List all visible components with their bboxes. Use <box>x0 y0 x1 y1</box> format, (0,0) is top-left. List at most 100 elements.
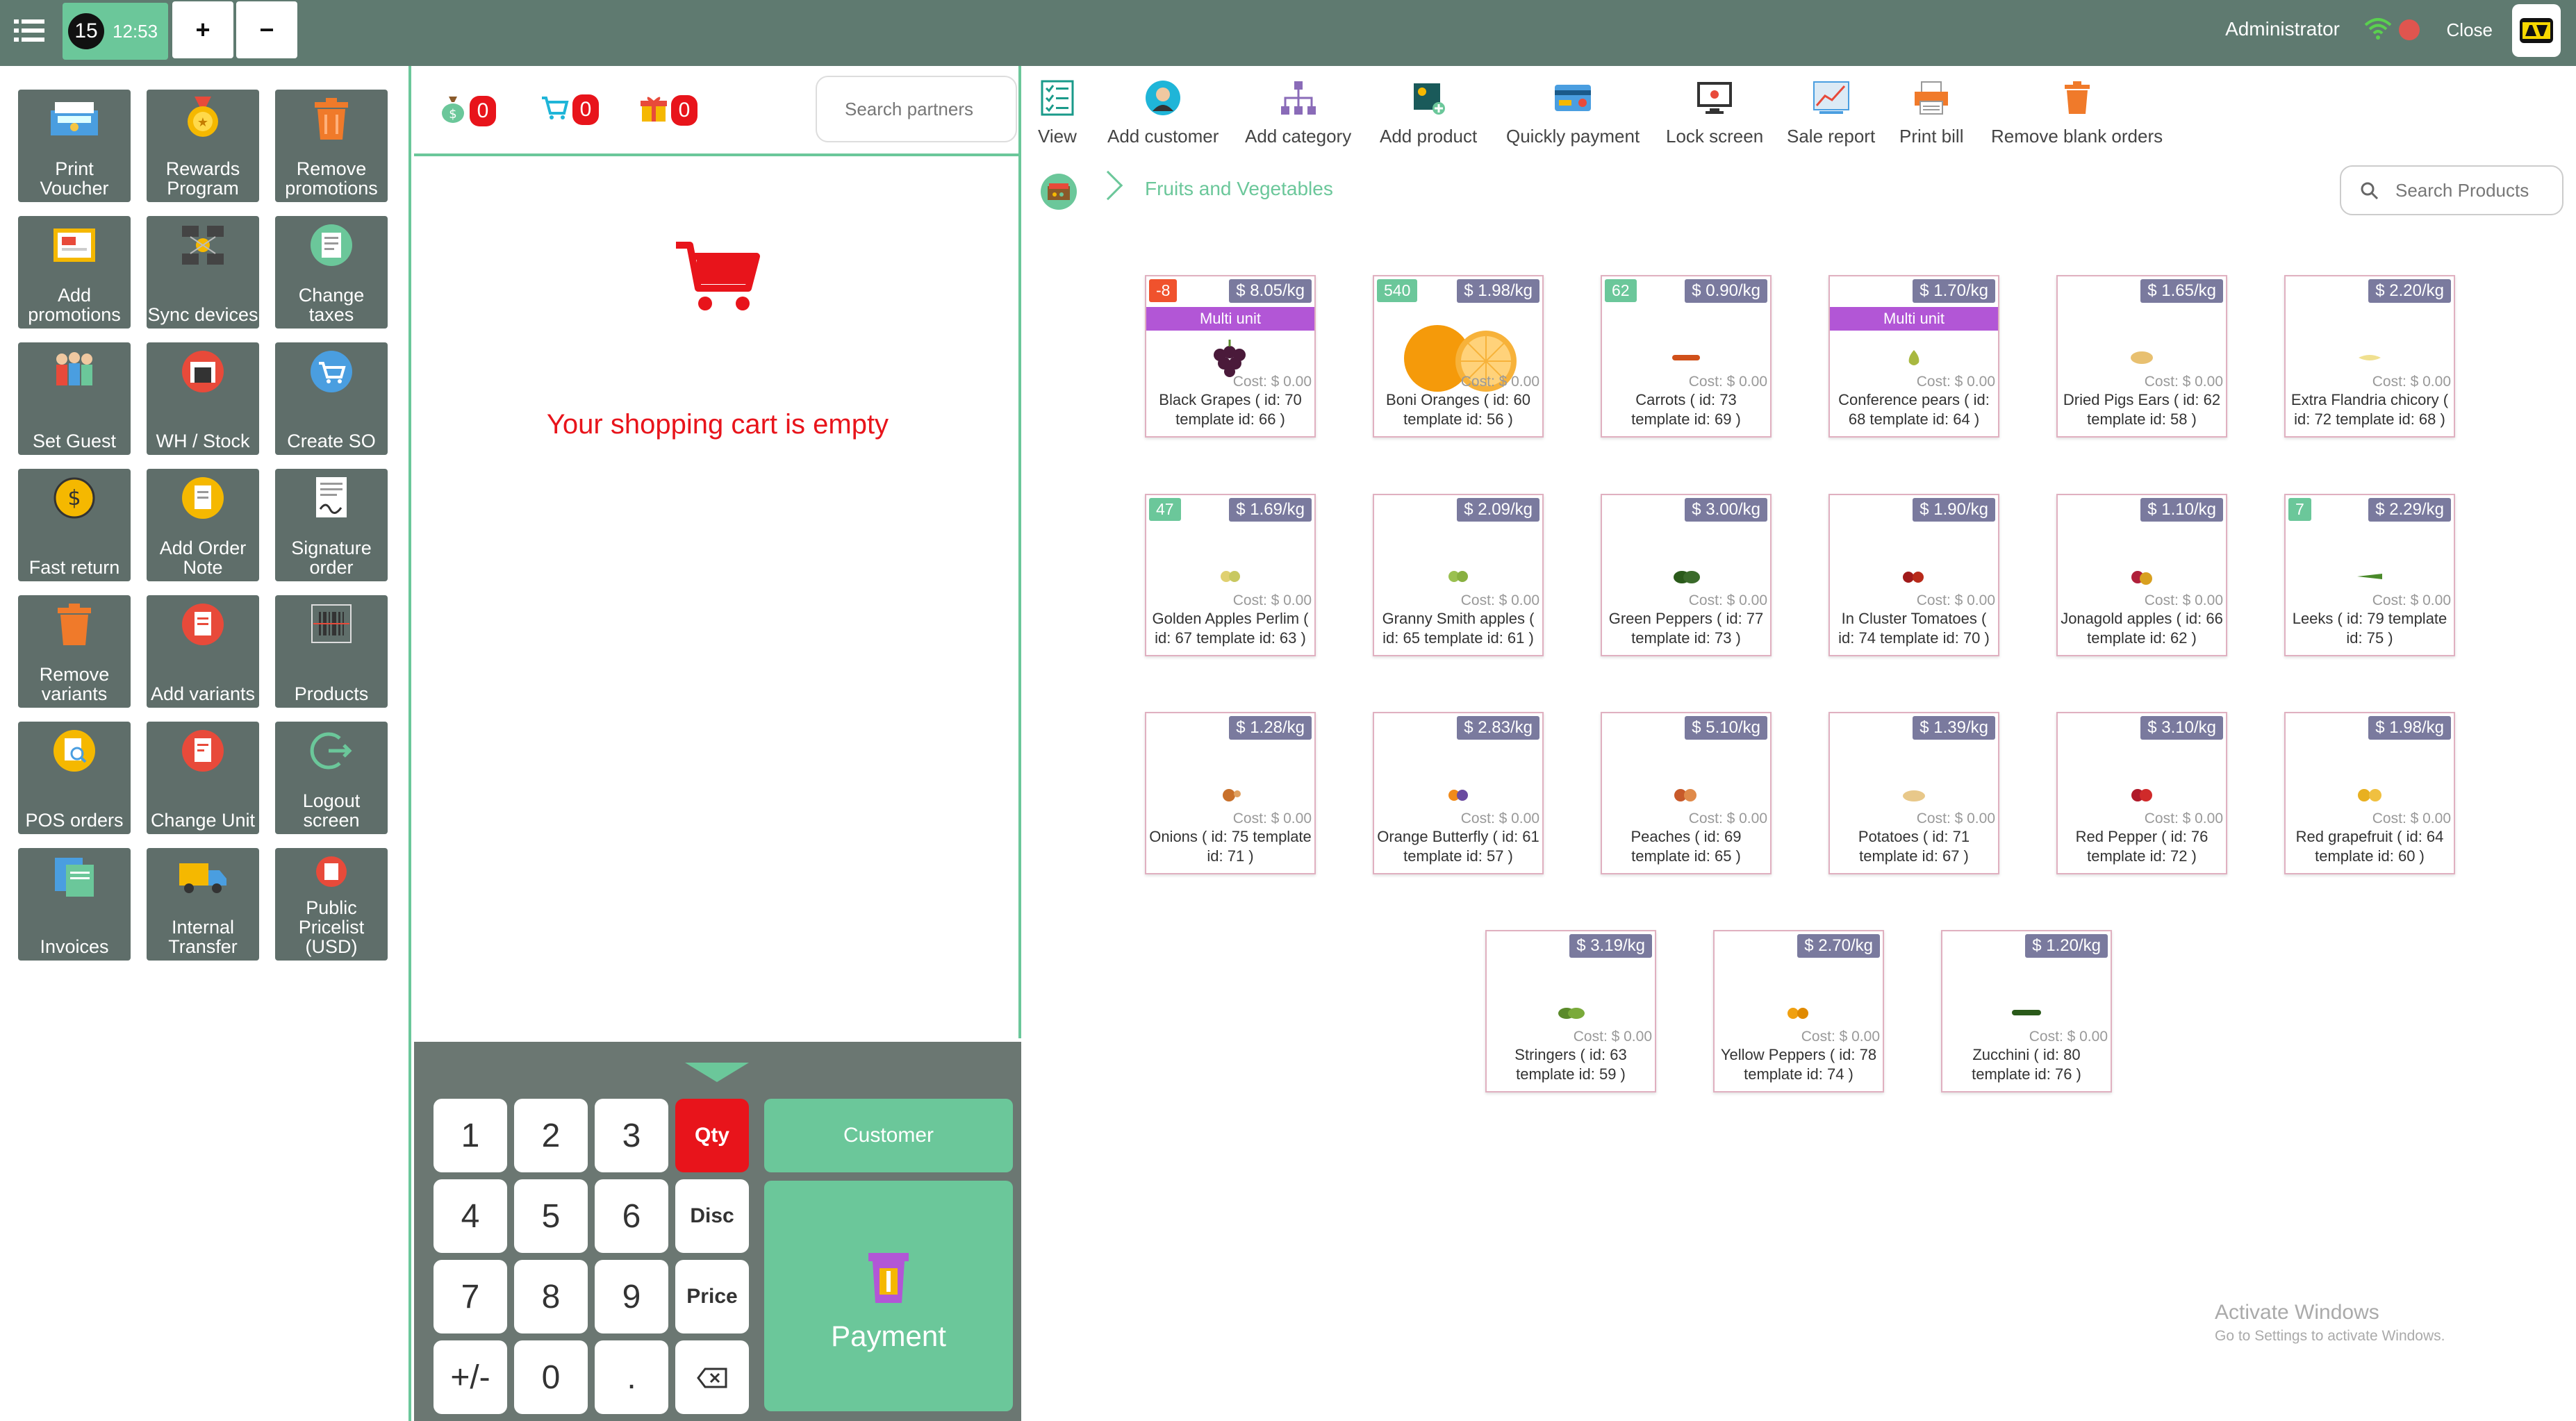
product-price: $ 3.19/kg <box>1569 934 1652 958</box>
invoices-button[interactable]: Invoices <box>18 848 131 961</box>
medal-icon: ★ <box>182 97 224 146</box>
product-card[interactable]: $ 1.39/kg Cost: $ 0.00 Potatoes ( id: 71 t… <box>1828 712 1999 874</box>
key-6[interactable]: 6 <box>595 1179 668 1253</box>
key-plus-minus[interactable]: +/- <box>434 1340 507 1414</box>
product-card[interactable]: $ 1.90/kg Cost: $ 0.00 In Cluster Tomatoes… <box>1828 494 1999 656</box>
money-bag-icon: $ <box>439 94 467 128</box>
key-2[interactable]: 2 <box>514 1099 588 1172</box>
gift-counter[interactable]: 0 <box>639 94 697 126</box>
product-card[interactable]: $ 2.83/kg Cost: $ 0.00 Orange Butterfly ( … <box>1373 712 1544 874</box>
payment-button[interactable]: Payment <box>764 1181 1013 1411</box>
key-decimal[interactable]: . <box>595 1340 668 1414</box>
remove-promotions-button[interactable]: Remove promotions <box>275 90 388 202</box>
sync-devices-button[interactable]: Sync devices <box>147 216 259 329</box>
product-card[interactable]: $ 1.69/kg 47 Cost: $ 0.00 Golden Apples Per… <box>1145 494 1316 656</box>
add-customer-button[interactable]: Add customer <box>1107 77 1219 147</box>
pos-orders-button[interactable]: POS orders <box>18 722 131 834</box>
product-card[interactable]: $ 1.28/kg Cost: $ 0.00 Onions ( id: 75 tem… <box>1145 712 1316 874</box>
add-promotions-button[interactable]: Add promotions <box>18 216 131 329</box>
product-card[interactable]: $ 1.10/kg Cost: $ 0.00 Jonagold apples ( i… <box>2056 494 2227 656</box>
stock-qty-badge: 7 <box>2288 498 2311 521</box>
search-partners-input[interactable]: Search partners <box>816 76 1017 142</box>
product-card[interactable]: $ 1.20/kg Cost: $ 0.00 Zucchini ( id: 80 t… <box>1941 930 2112 1092</box>
add-order-note-button[interactable]: Add Order Note <box>147 469 259 581</box>
close-button[interactable]: Close <box>2447 19 2493 41</box>
collapse-arrow-icon[interactable] <box>685 1063 749 1082</box>
key-8[interactable]: 8 <box>514 1260 588 1333</box>
add-variants-button[interactable]: Add variants <box>147 595 259 708</box>
product-card[interactable]: $ 1.98/kg 540 Cost: $ 0.00 Boni Oranges ( i… <box>1373 275 1544 438</box>
product-name: Green Peppers ( id: 77 template id: 73 ) <box>1608 610 1764 647</box>
internal-transfer-button[interactable]: Internal Transfer <box>147 848 259 961</box>
warehouse-icon <box>181 349 225 397</box>
view-button[interactable]: View <box>1038 77 1077 147</box>
product-name: Orange Butterfly ( id: 61 template id: 5… <box>1377 828 1539 865</box>
key-7[interactable]: 7 <box>434 1260 507 1333</box>
search-products-input[interactable]: Search Products <box>2340 165 2563 215</box>
print-voucher-button[interactable]: Print Voucher <box>18 90 131 202</box>
numpad: 1 2 3 Qty 4 5 6 Disc 7 8 9 Price +/- 0 .… <box>414 1042 1021 1421</box>
product-price: $ 3.00/kg <box>1685 498 1767 522</box>
print-bill-button[interactable]: Print bill <box>1899 77 1963 147</box>
product-card[interactable]: $ 3.10/kg Cost: $ 0.00 Red Pepper ( id: 76… <box>2056 712 2227 874</box>
backspace-button[interactable] <box>675 1340 749 1414</box>
breadcrumb-category[interactable]: Fruits and Vegetables <box>1145 178 1333 200</box>
search-icon <box>2359 181 2380 206</box>
wh-stock-button[interactable]: WH / Stock <box>147 342 259 455</box>
price-mode-button[interactable]: Price <box>675 1260 749 1333</box>
change-taxes-button[interactable]: Change taxes <box>275 216 388 329</box>
add-product-button[interactable]: Add product <box>1380 77 1477 147</box>
order-clock[interactable]: 15 12:53 <box>63 3 168 60</box>
key-0[interactable]: 0 <box>514 1340 588 1414</box>
lock-screen-button[interactable]: Lock screen <box>1666 77 1763 147</box>
product-card[interactable]: $ 2.20/kg Cost: $ 0.00 Extra Flandria chic… <box>2284 275 2455 438</box>
product-cost: Cost: $ 0.00 <box>2144 374 2223 390</box>
change-unit-button[interactable]: Change Unit <box>147 722 259 834</box>
home-category-icon[interactable] <box>1041 174 1077 210</box>
product-card[interactable]: $ 0.90/kg 62 Cost: $ 0.00 Carrots ( id: 73 … <box>1601 275 1772 438</box>
product-name: Golden Apples Perlim ( id: 67 template i… <box>1152 610 1309 647</box>
customer-button[interactable]: Customer <box>764 1099 1013 1172</box>
status-face-icon <box>2399 19 2420 40</box>
product-card[interactable]: $ 1.98/kg Cost: $ 0.00 Red grapefruit ( id… <box>2284 712 2455 874</box>
product-card[interactable]: $ 1.70/kg Multi unit Cost: $ 0.00 Conferenc… <box>1828 275 1999 438</box>
key-1[interactable]: 1 <box>434 1099 507 1172</box>
remove-blank-orders-button[interactable]: Remove blank orders <box>1991 77 2163 147</box>
product-card[interactable]: $ 2.70/kg Cost: $ 0.00 Yellow Peppers ( id… <box>1713 930 1884 1092</box>
product-cost: Cost: $ 0.00 <box>1232 374 1312 390</box>
qty-mode-button[interactable]: Qty <box>675 1099 749 1172</box>
stock-qty-badge: 540 <box>1377 279 1418 302</box>
set-guest-button[interactable]: Set Guest <box>18 342 131 455</box>
zoom-out-button[interactable]: − <box>236 1 297 58</box>
public-pricelist-button[interactable]: Public Pricelist (USD) <box>275 848 388 961</box>
product-card[interactable]: $ 1.65/kg Cost: $ 0.00 Dried Pigs Ears ( i… <box>2056 275 2227 438</box>
key-4[interactable]: 4 <box>434 1179 507 1253</box>
product-name: Extra Flandria chicory ( id: 72 template… <box>2290 391 2449 428</box>
logout-screen-button[interactable]: Logout screen <box>275 722 388 834</box>
product-price: $ 1.70/kg <box>1913 279 1995 303</box>
quickly-payment-button[interactable]: Quickly payment <box>1506 77 1640 147</box>
key-3[interactable]: 3 <box>595 1099 668 1172</box>
products-button[interactable]: Products <box>275 595 388 708</box>
fast-return-button[interactable]: $ Fast return <box>18 469 131 581</box>
cart-counter[interactable]: 0 <box>540 94 599 125</box>
key-5[interactable]: 5 <box>514 1179 588 1253</box>
product-card[interactable]: $ 2.09/kg Cost: $ 0.00 Granny Smith apples… <box>1373 494 1544 656</box>
create-so-button[interactable]: Create SO <box>275 342 388 455</box>
signature-order-button[interactable]: Signature order <box>275 469 388 581</box>
product-card[interactable]: $ 2.29/kg 7 Cost: $ 0.00 Leeks ( id: 79 tem… <box>2284 494 2455 656</box>
zoom-in-button[interactable]: + <box>172 1 233 58</box>
product-card[interactable]: $ 8.05/kg -8 Multi unit Cost: $ 0.00 Black G… <box>1145 275 1316 438</box>
user-name[interactable]: Administrator <box>2225 18 2340 40</box>
product-card[interactable]: $ 3.00/kg Cost: $ 0.00 Green Peppers ( id:… <box>1601 494 1772 656</box>
remove-variants-button[interactable]: Remove variants <box>18 595 131 708</box>
product-card[interactable]: $ 5.10/kg Cost: $ 0.00 Peaches ( id: 69 te… <box>1601 712 1772 874</box>
menu-icon[interactable] <box>10 11 49 50</box>
add-category-button[interactable]: Add category <box>1245 77 1351 147</box>
rewards-program-button[interactable]: ★ Rewards Program <box>147 90 259 202</box>
key-9[interactable]: 9 <box>595 1260 668 1333</box>
disc-mode-button[interactable]: Disc <box>675 1179 749 1253</box>
product-card[interactable]: $ 3.19/kg Cost: $ 0.00 Stringers ( id: 63 … <box>1485 930 1656 1092</box>
money-counter[interactable]: $ 0 <box>439 94 496 128</box>
sale-report-button[interactable]: Sale report <box>1787 77 1875 147</box>
